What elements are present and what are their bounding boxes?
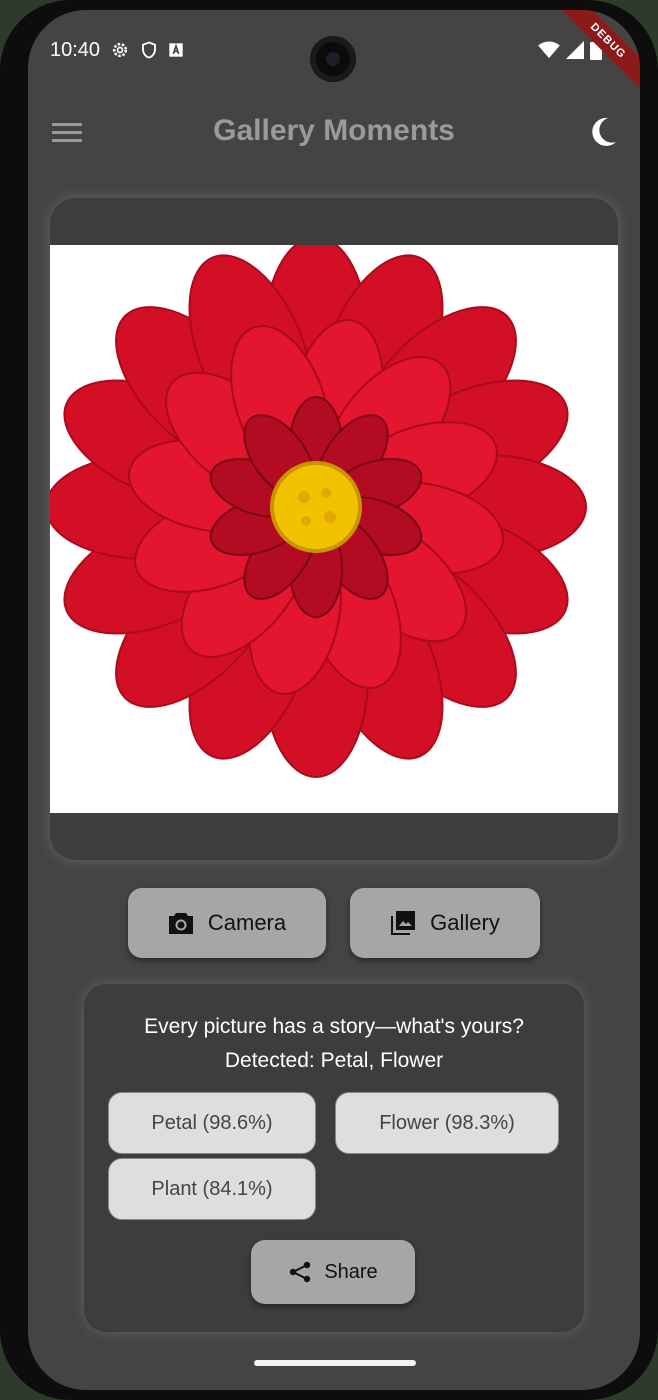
- status-bar: 10:40 DEBUG: [28, 10, 640, 92]
- selected-image: [50, 236, 618, 813]
- image-card: [50, 198, 618, 860]
- gallery-icon: [391, 911, 416, 935]
- shield-icon: [142, 41, 156, 59]
- gallery-button[interactable]: Gallery: [350, 888, 540, 958]
- gallery-button-label: Gallery: [430, 910, 500, 935]
- label-chip-flower[interactable]: Flower (98.3%): [335, 1092, 559, 1154]
- moon-icon[interactable]: [588, 116, 618, 148]
- app-screen: 10:40 DEBUG Gallery Moments Camera Galle…: [28, 10, 640, 1390]
- share-button-label: Share: [324, 1260, 378, 1283]
- label-chip-plant[interactable]: Plant (84.1%): [108, 1158, 316, 1220]
- page-title: Gallery Moments: [213, 114, 455, 147]
- camera-button-label: Camera: [207, 910, 287, 935]
- story-text: Every picture has a story—what's yours? …: [84, 1010, 584, 1078]
- detected-labels: Detected: Petal, Flower: [224, 1049, 444, 1072]
- action-buttons: Camera Gallery: [28, 888, 640, 958]
- flower-image: [50, 236, 587, 778]
- camera-button[interactable]: Camera: [128, 888, 326, 958]
- share-icon: [290, 1261, 311, 1283]
- phone-frame: 10:40 DEBUG Gallery Moments Camera Galle…: [0, 0, 658, 1400]
- flower-center: [270, 461, 362, 553]
- settings-icon: [112, 42, 128, 58]
- status-icons-left: [110, 40, 184, 60]
- wifi-icon: [538, 41, 560, 59]
- story-prompt: Every picture has a story—what's yours?: [144, 1015, 524, 1038]
- font-icon: [169, 43, 183, 57]
- camera-icon: [168, 913, 193, 934]
- result-card: Every picture has a story—what's yours? …: [84, 984, 584, 1332]
- label-chip-petal[interactable]: Petal (98.6%): [108, 1092, 316, 1154]
- home-indicator[interactable]: [254, 1360, 416, 1366]
- status-icons-right: [538, 40, 602, 60]
- app-bar: Gallery Moments: [28, 100, 640, 164]
- front-camera: [310, 36, 356, 82]
- share-button[interactable]: Share: [251, 1240, 415, 1304]
- status-time: 10:40: [50, 39, 101, 61]
- signal-icon: [566, 41, 584, 59]
